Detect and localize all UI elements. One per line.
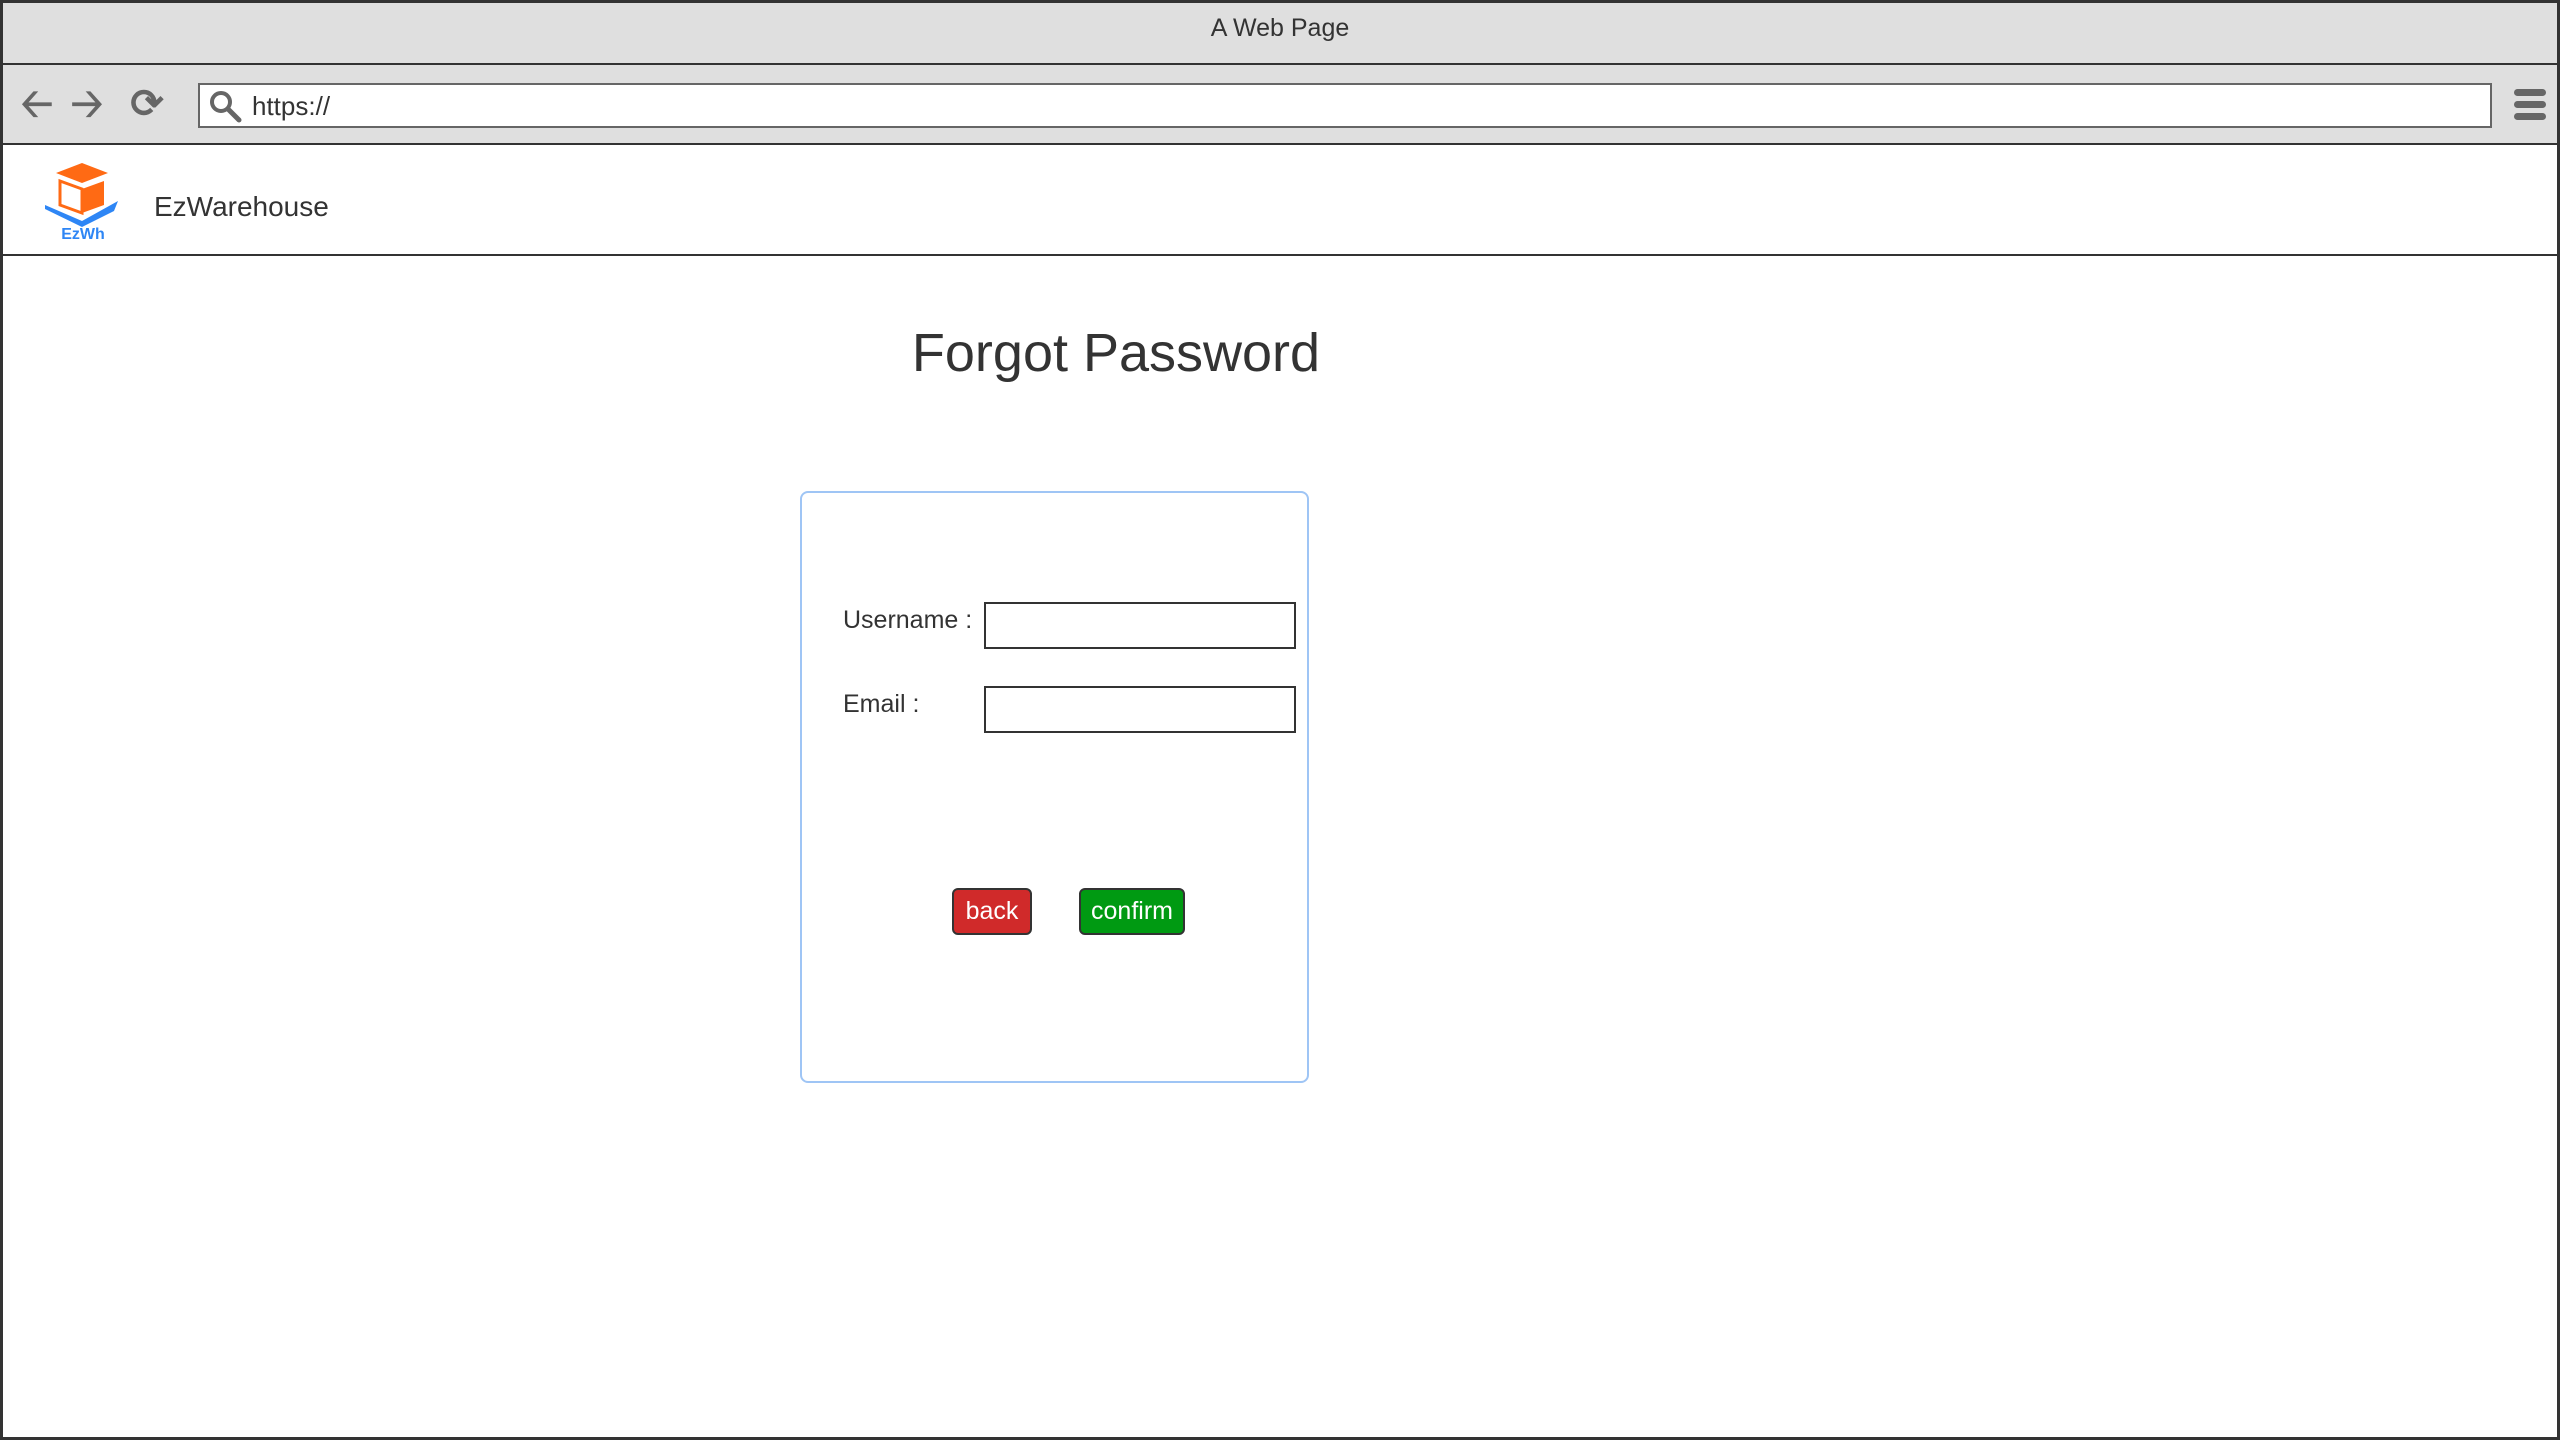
hamburger-menu-icon[interactable] <box>2514 89 2546 125</box>
email-label: Email : <box>843 690 920 718</box>
brand-name: EzWarehouse <box>154 191 329 222</box>
search-icon <box>210 91 242 123</box>
forgot-password-form: Username : Email : back confirm <box>800 491 1309 1083</box>
url-text: https:// <box>252 91 331 121</box>
window-title: A Web Page <box>0 0 2560 65</box>
address-bar[interactable]: https:// <box>198 83 2492 128</box>
page-title: Forgot Password <box>911 323 1321 383</box>
svg-text:EzWh: EzWh <box>61 226 105 243</box>
confirm-button[interactable]: confirm <box>1079 888 1185 935</box>
back-button[interactable]: back <box>952 888 1032 935</box>
username-input[interactable] <box>984 602 1296 649</box>
ezwh-logo: EzWh <box>45 163 118 243</box>
email-input[interactable] <box>984 686 1296 733</box>
username-label: Username : <box>843 606 973 634</box>
site-header: EzWh EzWarehouse <box>0 145 2560 256</box>
back-arrow-icon[interactable]: 🡠 <box>16 83 58 125</box>
forward-arrow-icon[interactable]: 🡢 <box>66 83 108 125</box>
reload-icon[interactable]: ⟳ <box>126 83 168 125</box>
browser-toolbar: 🡠 🡢 ⟳ https:// <box>0 65 2560 145</box>
